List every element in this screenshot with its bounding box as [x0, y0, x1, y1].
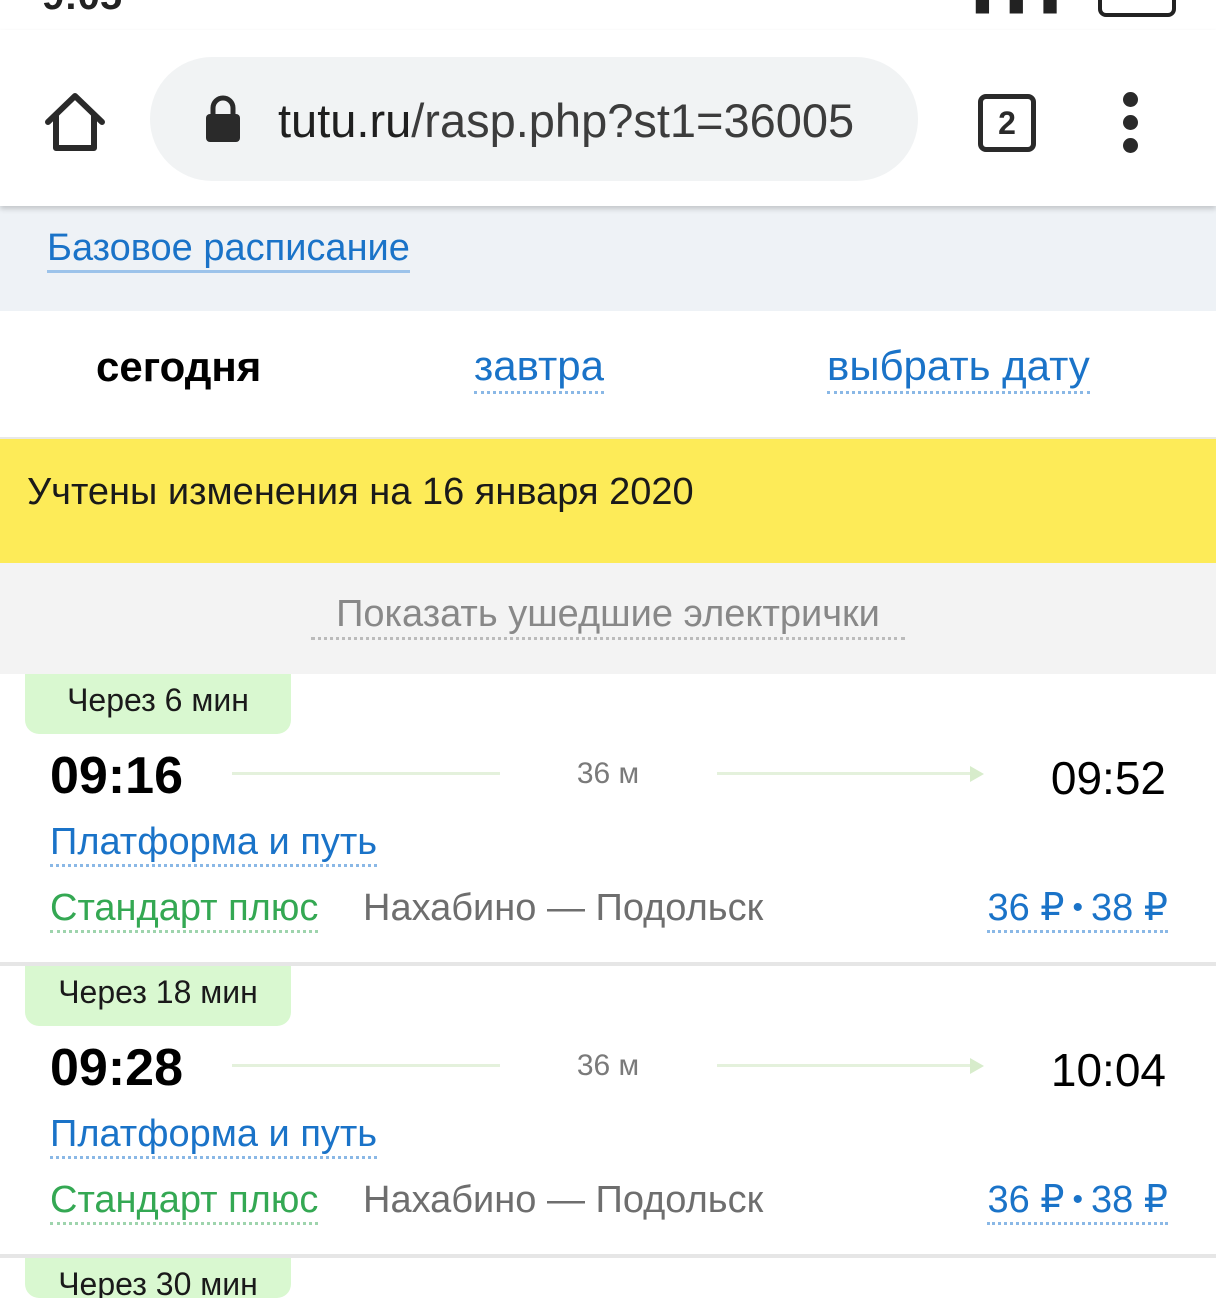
route-line: [232, 772, 500, 775]
status-bar: 9:05 ▮▮▮: [0, 0, 1216, 30]
url-domain: tutu.ru: [278, 94, 412, 147]
schedule-links-block: Базовое расписание: [0, 206, 1216, 311]
price-value: 38 ₽: [1090, 1179, 1168, 1221]
browser-toolbar: tutu.ru/rasp.php?st1=36005 2: [0, 30, 1216, 206]
bullet-separator: •: [1072, 1183, 1083, 1216]
time-until-badge: Через 30 мин: [25, 1258, 291, 1298]
route-line: [717, 1064, 975, 1067]
price-value: 36 ₽: [987, 1179, 1065, 1221]
price-value: 38 ₽: [1090, 887, 1168, 929]
menu-dot-icon: [1122, 92, 1138, 107]
train-row[interactable]: Через 18 мин 09:28 36 м 10:04 Платформа …: [0, 966, 1216, 1258]
price-link[interactable]: 36 ₽ • 38 ₽: [987, 1178, 1168, 1225]
departure-time: 09:16: [50, 747, 183, 805]
signal-icon: ▮▮▮: [973, 0, 1074, 17]
time-until-badge: Через 6 мин: [25, 674, 291, 734]
trip-duration: 36 м: [576, 1049, 640, 1082]
train-class-link[interactable]: Стандарт плюс: [50, 886, 319, 933]
show-departed-bar: Показать ушедшие электрички: [0, 563, 1216, 674]
overflow-menu-button[interactable]: [1112, 92, 1148, 153]
show-departed-link[interactable]: Показать ушедшие электрички: [311, 591, 905, 640]
status-icons: ▮▮▮: [973, 0, 1176, 18]
arrow-right-icon: [970, 1058, 984, 1074]
url-text: tutu.ru/rasp.php?st1=36005: [278, 93, 890, 149]
arrow-right-icon: [970, 766, 984, 782]
address-bar[interactable]: tutu.ru/rasp.php?st1=36005: [150, 57, 918, 181]
home-button[interactable]: [40, 88, 110, 158]
lock-icon: [206, 95, 240, 142]
route-line: [717, 772, 975, 775]
tab-switcher-button[interactable]: 2: [978, 94, 1036, 152]
tab-tomorrow[interactable]: завтра: [474, 341, 604, 394]
train-class-link[interactable]: Стандарт плюс: [50, 1178, 319, 1225]
arrival-time: 10:04: [1050, 1044, 1166, 1096]
platform-link[interactable]: Платформа и путь: [50, 1112, 378, 1159]
status-time: 9:05: [42, 0, 122, 19]
tab-today[interactable]: сегодня: [96, 341, 261, 393]
url-path: /rasp.php?st1=36005: [411, 94, 855, 147]
price-value: 36 ₽: [987, 887, 1065, 929]
departure-time: 09:28: [50, 1039, 183, 1097]
battery-icon: [1098, 0, 1176, 18]
notice-text: Учтены изменения на 16 января 2020: [27, 471, 694, 513]
menu-dot-icon: [1122, 115, 1138, 130]
tab-pick-date[interactable]: выбрать дату: [827, 341, 1090, 394]
arrival-time: 09:52: [1050, 752, 1166, 804]
trip-duration: 36 м: [576, 757, 640, 790]
train-route: Нахабино — Подольск: [363, 887, 764, 929]
bullet-separator: •: [1072, 891, 1083, 924]
time-until-badge: Через 18 мин: [25, 966, 291, 1026]
train-row[interactable]: Через 6 мин 09:16 36 м 09:52 Платформа и…: [0, 674, 1216, 966]
route-line: [232, 1064, 500, 1067]
platform-link[interactable]: Платформа и путь: [50, 820, 378, 867]
date-selector: сегодня завтра выбрать дату: [0, 311, 1216, 435]
next-badge-text: Через 30 мин: [58, 1266, 258, 1298]
train-route: Нахабино — Подольск: [363, 1179, 764, 1221]
base-schedule-link[interactable]: Базовое расписание: [47, 226, 410, 273]
price-link[interactable]: 36 ₽ • 38 ₽: [987, 886, 1168, 933]
menu-dot-icon: [1122, 138, 1138, 153]
changes-notice: Учтены изменения на 16 января 2020: [0, 437, 1216, 565]
home-icon: [45, 93, 105, 151]
